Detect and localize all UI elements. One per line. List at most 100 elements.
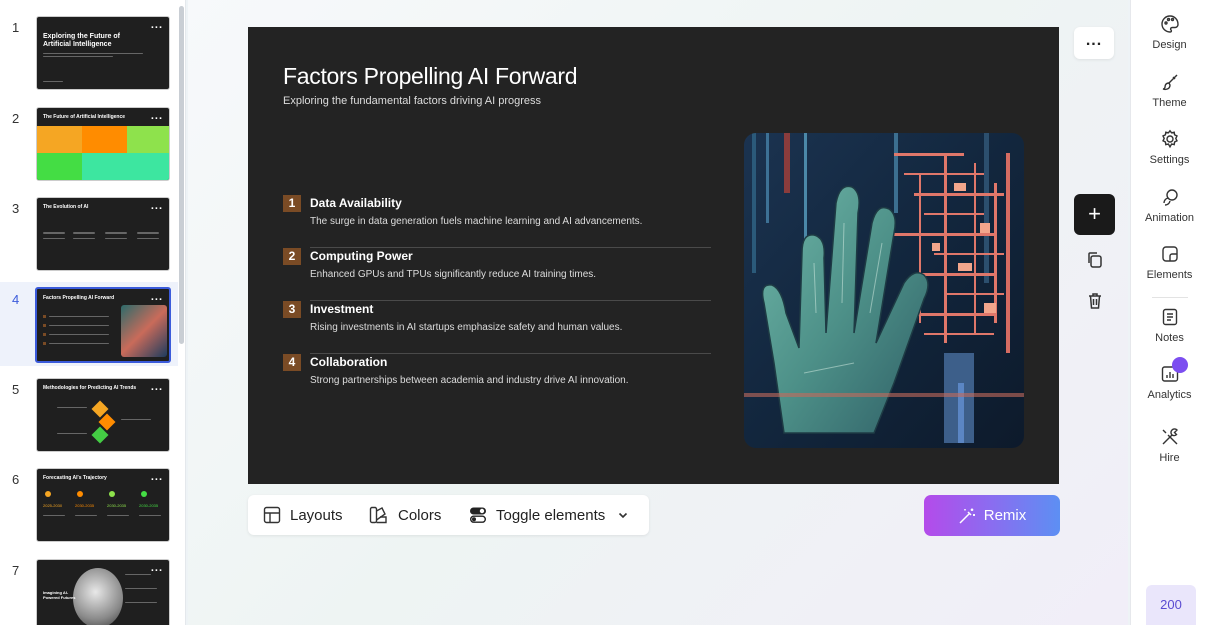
- timeline-year: 2025-2030: [43, 503, 63, 508]
- thumbnail-menu-button[interactable]: ...: [151, 562, 163, 574]
- animation-tab[interactable]: Animation: [1132, 187, 1205, 224]
- timeline-dot: [77, 491, 83, 497]
- gear-icon: [1161, 129, 1178, 149]
- colors-button[interactable]: Colors: [369, 495, 441, 535]
- remix-label: Remix: [983, 507, 1027, 524]
- slide-more-button[interactable]: ...: [1074, 27, 1114, 59]
- thumbnail-bullet: [43, 342, 46, 345]
- slide-thumbnail-1[interactable]: ... Exploring the Future of Artificial I…: [36, 16, 170, 90]
- thumbnail-text-line: [137, 238, 159, 239]
- palette-icon: [1160, 15, 1179, 33]
- slide-image[interactable]: [744, 133, 1024, 448]
- thumbnail-menu-button[interactable]: ...: [151, 291, 163, 303]
- design-tab[interactable]: Design: [1132, 14, 1205, 51]
- brush-icon: [1162, 74, 1177, 91]
- thumbnail-text-line: [105, 238, 127, 239]
- thumbnail-text-line: [107, 515, 129, 516]
- factor-title: Data Availability: [310, 196, 402, 210]
- thumbnail-menu-button[interactable]: ...: [151, 200, 163, 212]
- factor-number: 4: [283, 354, 301, 371]
- slide-toolbar: Layouts Colors Toggle elements: [248, 495, 649, 535]
- thumbnail-row-3[interactable]: 3 ... The Evolution of AI: [0, 191, 178, 275]
- chevron-down-icon: [619, 512, 628, 519]
- thumbnail-menu-button[interactable]: ...: [151, 19, 163, 31]
- remix-button[interactable]: Remix: [924, 495, 1060, 536]
- factor-item[interactable]: 3 Investment Rising investments in AI st…: [283, 301, 711, 354]
- thumbnail-number: 6: [12, 472, 20, 487]
- thumbnail-number: 4: [12, 292, 20, 307]
- toggle-elements-button[interactable]: Toggle elements: [469, 495, 638, 535]
- premium-badge-icon: [1172, 357, 1188, 373]
- thumbnail-menu-button[interactable]: ...: [151, 110, 163, 122]
- thumbnail-row-5[interactable]: 5 ... Methodologies for Predicting AI Tr…: [0, 372, 178, 456]
- factor-item[interactable]: 1 Data Availability The surge in data ge…: [283, 195, 711, 248]
- animation-label: Animation: [1145, 212, 1194, 224]
- settings-label: Settings: [1149, 154, 1190, 166]
- elements-tab[interactable]: Elements: [1132, 244, 1205, 281]
- thumbnail-text-line: [49, 334, 109, 335]
- factor-title: Computing Power: [310, 249, 413, 263]
- thumbnail-row-7[interactable]: 7 ... Imagining AI-Powered Futures: [0, 553, 178, 625]
- thumbnail-title: Forecasting AI's Trajectory: [43, 475, 107, 481]
- thumbnail-title: Factors Propelling AI Forward: [43, 295, 115, 301]
- duplicate-icon[interactable]: [1085, 250, 1105, 270]
- thumbnail-text-line: [125, 588, 157, 589]
- slide-thumbnail-rail: 1 ... Exploring the Future of Artificial…: [0, 0, 186, 625]
- factor-number: 3: [283, 301, 301, 318]
- factor-item[interactable]: 4 Collaboration Strong partnerships betw…: [283, 354, 711, 407]
- theme-tab[interactable]: Theme: [1132, 72, 1205, 109]
- thumbnail-menu-button[interactable]: ...: [151, 381, 163, 393]
- timeline-year: 2030-2035: [75, 503, 95, 508]
- slide-thumbnail-5[interactable]: ... Methodologies for Predicting AI Tren…: [36, 378, 170, 452]
- thumbnail-text-line: [43, 515, 65, 516]
- slide-thumbnail-3[interactable]: ... The Evolution of AI: [36, 197, 170, 271]
- thumbnail-block: [127, 126, 169, 153]
- thumbnail-text-line: [73, 232, 95, 234]
- factor-title: Investment: [310, 302, 374, 316]
- slide-title[interactable]: Factors Propelling AI Forward: [283, 63, 578, 90]
- thumbnail-title: Methodologies for Predicting AI Trends: [43, 385, 137, 391]
- slide-thumbnail-7[interactable]: ... Imagining AI-Powered Futures: [36, 559, 170, 625]
- thumbnail-row-2[interactable]: 2 ... The Future of Artificial Intellige…: [0, 101, 178, 185]
- analytics-tab[interactable]: Analytics: [1132, 364, 1205, 401]
- factor-item[interactable]: 2 Computing Power Enhanced GPUs and TPUs…: [283, 248, 711, 301]
- timeline-dot: [109, 491, 115, 497]
- factor-description: Strong partnerships between academia and…: [310, 375, 629, 386]
- thumbnail-text-line: [43, 53, 143, 54]
- thumbnail-text-line: [137, 232, 159, 234]
- rail-scrollbar[interactable]: [179, 6, 184, 344]
- thumbnail-number: 1: [12, 20, 20, 35]
- factor-description: Enhanced GPUs and TPUs significantly red…: [310, 269, 597, 280]
- thumbnail-row-4[interactable]: 4 ... Factors Propelling AI Forward: [0, 282, 178, 366]
- notes-icon: [1162, 308, 1177, 326]
- thumbnail-menu-button[interactable]: ...: [151, 471, 163, 483]
- current-slide[interactable]: Factors Propelling AI Forward Exploring …: [248, 27, 1059, 484]
- thumbnail-text-line: [139, 515, 161, 516]
- tools-icon: [1162, 428, 1178, 445]
- credits-counter[interactable]: 200: [1146, 585, 1196, 625]
- thumbnail-block: [82, 153, 169, 180]
- slide-thumbnail-2[interactable]: ... The Future of Artificial Intelligenc…: [36, 107, 170, 181]
- settings-tab[interactable]: Settings: [1132, 129, 1205, 166]
- thumbnail-number: 7: [12, 563, 20, 578]
- toggle-elements-label: Toggle elements: [496, 506, 606, 524]
- layouts-button[interactable]: Layouts: [263, 495, 343, 535]
- thumbnail-text-line: [121, 419, 151, 420]
- slide-thumbnail-4[interactable]: ... Factors Propelling AI Forward: [35, 287, 171, 363]
- elements-icon: [1161, 246, 1178, 262]
- thumbnail-bullet: [43, 324, 46, 327]
- thumbnail-row-1[interactable]: 1 ... Exploring the Future of Artificial…: [0, 10, 178, 94]
- hire-tab[interactable]: Hire: [1132, 427, 1205, 464]
- thumbnail-text-line: [75, 515, 97, 516]
- notes-tab[interactable]: Notes: [1132, 307, 1205, 344]
- add-slide-button[interactable]: +: [1074, 194, 1115, 235]
- slide-thumbnail-6[interactable]: ... Forecasting AI's Trajectory 2025-203…: [36, 468, 170, 542]
- thumbnail-row-6[interactable]: 6 ... Forecasting AI's Trajectory 2025-2…: [0, 462, 178, 546]
- thumbnail-image: [121, 305, 167, 357]
- factor-number: 2: [283, 248, 301, 265]
- animation-icon: [1162, 189, 1178, 206]
- slide-subtitle[interactable]: Exploring the fundamental factors drivin…: [283, 95, 541, 107]
- toggle-icon: [470, 507, 487, 523]
- delete-icon[interactable]: [1085, 291, 1105, 311]
- factor-description: The surge in data generation fuels machi…: [310, 216, 643, 227]
